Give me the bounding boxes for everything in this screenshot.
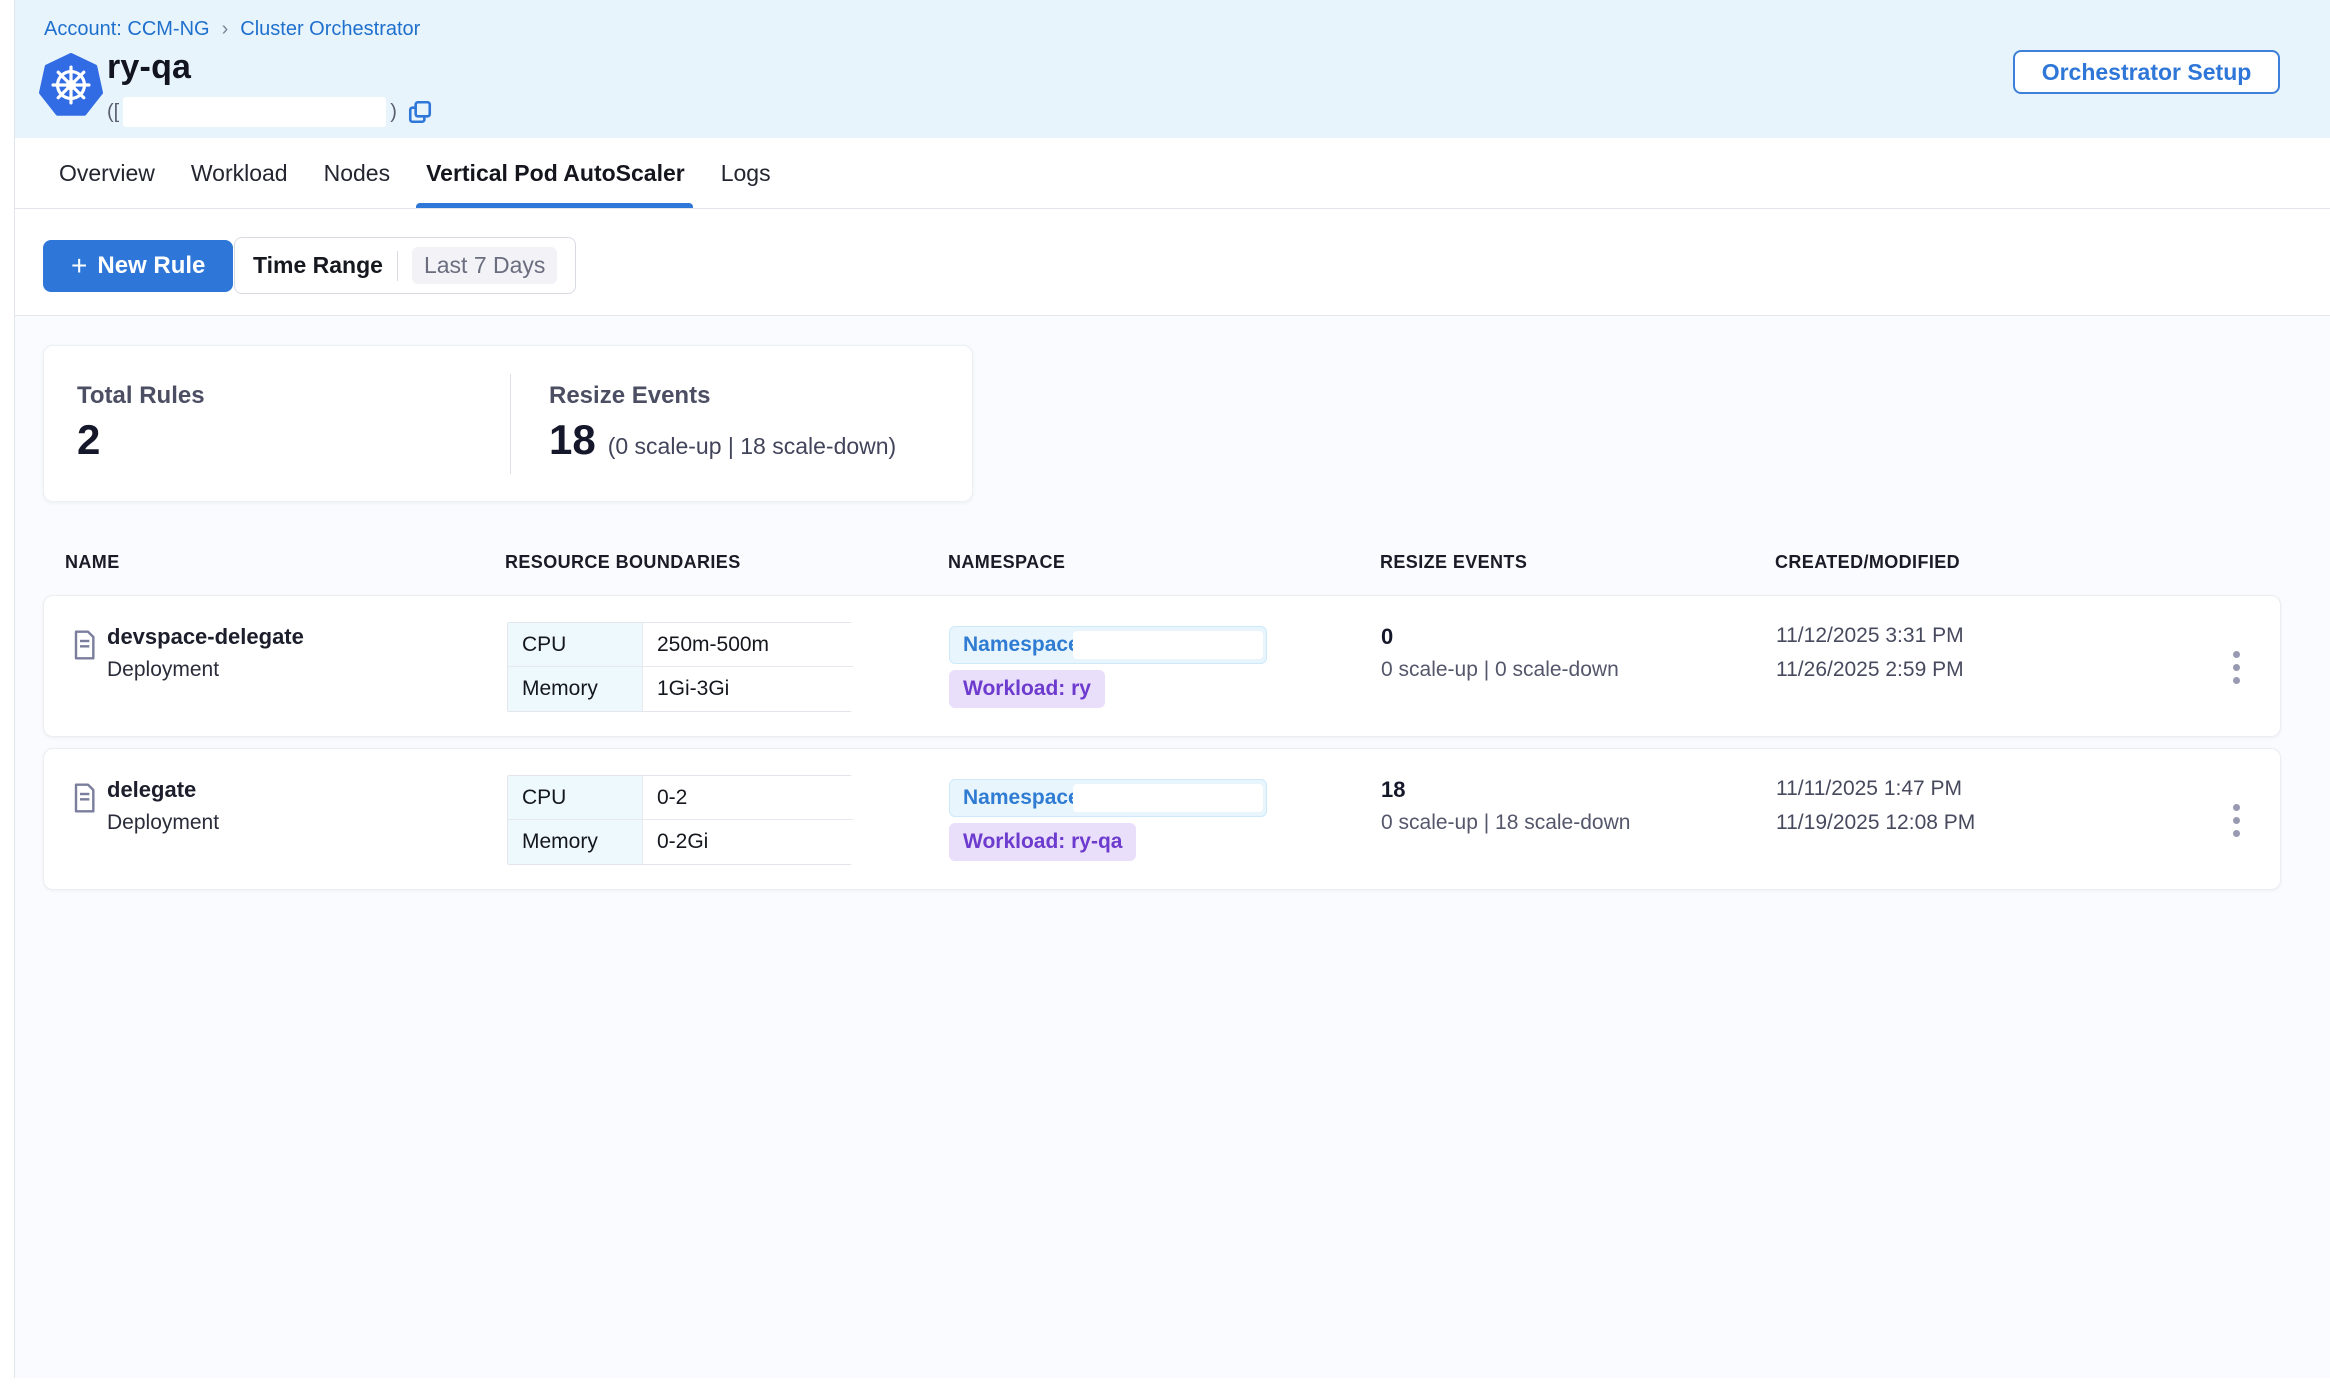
cluster-id-suffix: ) <box>390 101 397 124</box>
page-canvas: Account: CCM-NG › Cluster Orchestrator r… <box>0 0 2330 1394</box>
column-header-resize-events: RESIZE EVENTS <box>1380 552 1527 573</box>
page-header: Account: CCM-NG › Cluster Orchestrator r… <box>15 0 2330 138</box>
toolbar: + New Rule Time Range Last 7 Days <box>15 209 2330 316</box>
new-rule-button[interactable]: + New Rule <box>43 240 233 292</box>
row-actions-menu-button[interactable] <box>2216 791 2256 849</box>
kebab-icon <box>2233 651 2240 658</box>
summary-card: Total Rules 2 Resize Events 18 (0 scale-… <box>43 345 973 502</box>
rule-document-icon <box>68 782 100 814</box>
breadcrumb-account-link[interactable]: Account: CCM-NG <box>44 18 210 41</box>
kubernetes-icon <box>39 53 103 117</box>
resize-events-value: 18 <box>549 416 596 464</box>
tab-workload[interactable]: Workload <box>191 138 288 208</box>
cpu-boundary-value: 250m-500m <box>643 623 853 667</box>
memory-label: Memory <box>508 667 643 711</box>
namespace-badge: Namespace: l <box>949 626 1267 664</box>
tab-bar: Overview Workload Nodes Vertical Pod Aut… <box>15 138 2330 209</box>
rule-kind: Deployment <box>107 811 219 835</box>
active-tab-underline <box>416 203 693 208</box>
total-rules-label: Total Rules <box>77 382 205 410</box>
resource-boundaries-table: CPU 250m-500m Memory 1Gi-3Gi <box>507 622 852 712</box>
table-row[interactable]: devspace-delegate Deployment CPU 250m-50… <box>43 595 2281 737</box>
modified-timestamp: 11/26/2025 2:59 PM <box>1776 658 1964 682</box>
new-rule-button-label: New Rule <box>97 252 205 280</box>
total-rules-stat: Total Rules 2 <box>77 382 205 464</box>
cluster-orchestrator-page: Account: CCM-NG › Cluster Orchestrator r… <box>14 0 2330 1378</box>
resize-events-breakdown: 0 scale-up | 18 scale-down <box>1381 811 1630 835</box>
copy-icon[interactable] <box>407 99 433 125</box>
tab-logs[interactable]: Logs <box>721 138 771 208</box>
memory-boundary-value: 1Gi-3Gi <box>643 667 853 711</box>
resize-events-stat: Resize Events 18 (0 scale-up | 18 scale-… <box>549 382 896 464</box>
created-timestamp: 11/12/2025 3:31 PM <box>1776 624 1964 648</box>
modified-timestamp: 11/19/2025 12:08 PM <box>1776 811 1975 835</box>
cpu-label: CPU <box>508 623 643 667</box>
table-row[interactable]: delegate Deployment CPU 0-2 Memory 0-2Gi… <box>43 748 2281 890</box>
rule-kind: Deployment <box>107 658 219 682</box>
page-title: ry-qa <box>107 48 191 87</box>
resource-boundaries-table: CPU 0-2 Memory 0-2Gi <box>507 775 852 865</box>
rule-name: delegate <box>107 777 196 803</box>
resize-events-breakdown: 0 scale-up | 0 scale-down <box>1381 658 1619 682</box>
memory-label: Memory <box>508 820 643 864</box>
cpu-label: CPU <box>508 776 643 820</box>
workload-badge: Workload: ry <box>949 670 1105 708</box>
kebab-icon <box>2233 804 2240 811</box>
cluster-id-prefix: ([ <box>107 101 119 124</box>
column-header-created-modified: CREATED/MODIFIED <box>1775 552 1960 573</box>
memory-boundary-value: 0-2Gi <box>643 820 853 864</box>
tab-vertical-pod-autoscaler-label: Vertical Pod AutoScaler <box>426 160 685 187</box>
stat-divider <box>510 374 511 474</box>
breadcrumb-cluster-orchestrator-link[interactable]: Cluster Orchestrator <box>240 18 420 41</box>
plus-icon: + <box>71 252 87 280</box>
tab-vertical-pod-autoscaler[interactable]: Vertical Pod AutoScaler <box>426 138 685 208</box>
tab-nodes[interactable]: Nodes <box>324 138 390 208</box>
column-header-namespace: NAMESPACE <box>948 552 1065 573</box>
resize-events-count: 18 <box>1381 777 1405 803</box>
workload-badge: Workload: ry-qa <box>949 823 1136 861</box>
time-range-value: Last 7 Days <box>412 247 557 284</box>
resize-events-count: 0 <box>1381 624 1393 650</box>
breadcrumb-chevron-icon: › <box>222 18 229 41</box>
cpu-boundary-value: 0-2 <box>643 776 853 820</box>
created-timestamp: 11/11/2025 1:47 PM <box>1776 777 1962 801</box>
resize-events-label: Resize Events <box>549 382 896 410</box>
namespace-redacted-value <box>1073 784 1263 812</box>
resize-events-detail: (0 scale-up | 18 scale-down) <box>608 433 897 460</box>
breadcrumb: Account: CCM-NG › Cluster Orchestrator <box>44 18 420 41</box>
cluster-id-redacted-value <box>123 97 386 127</box>
time-range-label: Time Range <box>253 252 383 279</box>
namespace-redacted-value <box>1073 631 1263 659</box>
row-actions-menu-button[interactable] <box>2216 638 2256 696</box>
time-range-divider <box>397 251 398 281</box>
orchestrator-setup-button[interactable]: Orchestrator Setup <box>2013 50 2280 94</box>
table-header-row: NAME RESOURCE BOUNDARIES NAMESPACE RESIZ… <box>15 552 2330 582</box>
rule-name: devspace-delegate <box>107 624 304 650</box>
rule-document-icon <box>68 629 100 661</box>
cluster-id-row: ([ ) <box>107 96 433 128</box>
column-header-name: NAME <box>65 552 120 573</box>
time-range-filter[interactable]: Time Range Last 7 Days <box>234 237 576 294</box>
tab-overview[interactable]: Overview <box>59 138 155 208</box>
total-rules-value: 2 <box>77 416 205 464</box>
namespace-badge: Namespace: l <box>949 779 1267 817</box>
column-header-resource-boundaries: RESOURCE BOUNDARIES <box>505 552 741 573</box>
